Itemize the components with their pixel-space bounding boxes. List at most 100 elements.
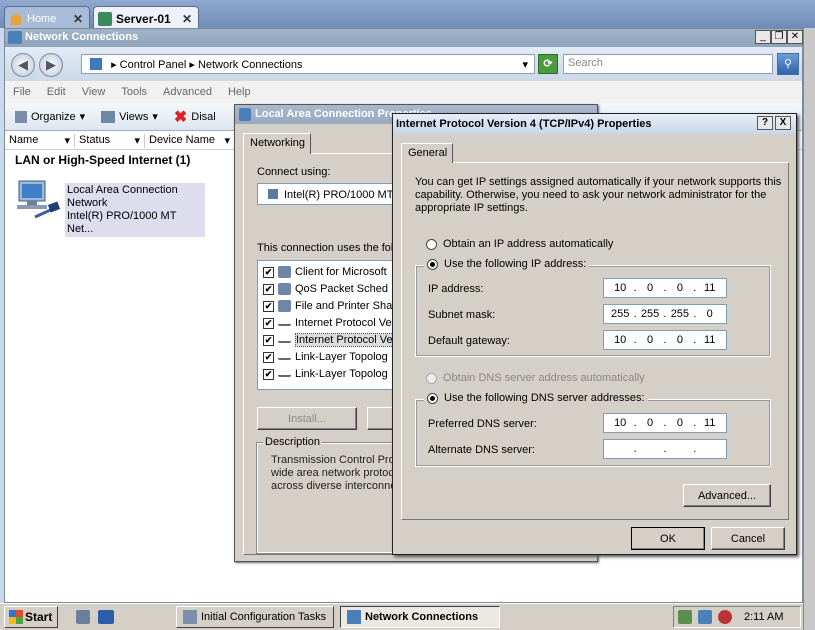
disable-button[interactable]: ✖ Disal (170, 107, 220, 127)
column-name[interactable]: Name ▾ (5, 134, 75, 148)
minimize-button[interactable]: _ (755, 30, 771, 44)
tab-general[interactable]: General (401, 143, 453, 163)
menu-edit[interactable]: Edit (47, 86, 66, 103)
address-bar[interactable]: ▸ Control Panel ▸ Network Connections ▾ (81, 54, 535, 74)
window-title: Network Connections (5, 29, 802, 47)
menu-tools[interactable]: Tools (121, 86, 147, 103)
description-label: Description (263, 436, 323, 448)
menu-help[interactable]: Help (228, 86, 251, 103)
windows-logo-icon (9, 610, 23, 624)
refresh-button[interactable]: ⟳ (538, 54, 558, 74)
network-adapter-icon[interactable] (13, 179, 61, 221)
close-icon[interactable]: ✕ (73, 12, 83, 26)
radio-button-selected[interactable] (427, 392, 438, 404)
close-button[interactable]: ✕ (787, 30, 803, 44)
advanced-button[interactable]: Advanced... (683, 484, 771, 507)
octet: 255 (640, 308, 660, 320)
ip-address-field[interactable]: 10. 0. 0. 11 (603, 278, 727, 298)
octet: 11 (704, 282, 716, 294)
checkbox[interactable]: ✔ (263, 334, 274, 346)
restore-button[interactable]: ❐ (771, 30, 787, 44)
organize-button[interactable]: Organize ▾ (11, 110, 89, 123)
protocol-icon (278, 337, 291, 343)
service-icon (278, 300, 291, 312)
intro-text: You can get IP settings assigned automat… (415, 176, 782, 214)
breadcrumb-control-panel[interactable]: Control Panel (120, 59, 187, 71)
radio-use-dns[interactable]: Use the following DNS server addresses: (424, 392, 648, 404)
connection-name: Local Area Connection (67, 184, 178, 196)
views-button[interactable]: Views ▾ (97, 110, 162, 123)
close-button[interactable]: X (775, 116, 791, 130)
gateway-field[interactable]: 10. 0. 0. 11 (603, 330, 727, 350)
column-status[interactable]: Status ▾ (75, 134, 145, 148)
octet: 11 (704, 417, 716, 429)
task-network-connections[interactable]: Network Connections (340, 606, 500, 628)
component-label: Link-Layer Topolog (295, 368, 388, 380)
menu-view[interactable]: View (82, 86, 106, 103)
checkbox[interactable]: ✔ (263, 300, 274, 312)
task-initial-config[interactable]: Initial Configuration Tasks (176, 606, 334, 628)
close-icon[interactable]: ✕ (182, 12, 192, 26)
menu-advanced[interactable]: Advanced (163, 86, 212, 103)
octet: 10 (614, 282, 627, 294)
chevron-down-icon[interactable]: ▾ (522, 58, 528, 71)
checkbox[interactable]: ✔ (263, 368, 274, 380)
radio-use-ip-label: Use the following IP address: (444, 258, 587, 270)
checkbox[interactable]: ✔ (263, 351, 274, 363)
forward-button[interactable]: ▶ (39, 53, 63, 77)
vm-scrollbar[interactable] (803, 28, 815, 630)
help-button[interactable]: ? (757, 116, 773, 130)
octet: 255 (670, 308, 690, 320)
radio-auto-ip[interactable]: Obtain an IP address automatically (426, 238, 613, 250)
server-manager-icon[interactable] (76, 610, 90, 624)
clock[interactable]: 2:11 AM (744, 611, 784, 623)
back-button[interactable]: ◀ (11, 53, 35, 77)
octet: 0 (676, 417, 683, 429)
menu-file[interactable]: File (13, 86, 31, 103)
alternate-dns-field[interactable]: ... (603, 439, 727, 459)
connection-adapter: Intel(R) PRO/1000 MT Net... (67, 210, 177, 235)
organize-label: Organize (31, 110, 76, 123)
subnet-mask-label: Subnet mask: (428, 309, 496, 321)
tab-home-label: Home (27, 13, 57, 25)
ip-address-label: IP address: (428, 283, 484, 295)
lan-connection-item[interactable]: Local Area Connection Network Intel(R) P… (65, 183, 205, 237)
checkbox[interactable]: ✔ (263, 266, 274, 278)
tab-networking[interactable]: Networking (243, 133, 311, 154)
column-device-name[interactable]: Device Name ▾ (145, 134, 235, 148)
search-input[interactable]: Search (563, 54, 773, 74)
ok-button[interactable]: OK (631, 527, 705, 550)
cancel-button[interactable]: Cancel (711, 527, 785, 550)
checkbox[interactable]: ✔ (263, 283, 274, 295)
octet: 0 (646, 417, 654, 429)
install-button[interactable]: Install... (257, 407, 357, 430)
taskbar: Start Initial Configuration Tasks Networ… (0, 603, 803, 630)
gateway-label: Default gateway: (428, 335, 510, 347)
start-button[interactable]: Start (4, 606, 58, 628)
octet: 0 (646, 334, 654, 346)
connect-using-label: Connect using: (257, 166, 331, 178)
chevron-icon: ▸ (189, 59, 198, 71)
network-tray-icon[interactable] (698, 610, 712, 624)
security-icon[interactable] (678, 610, 692, 624)
octet: 10 (614, 417, 627, 429)
volume-muted-icon[interactable] (718, 610, 732, 624)
task-label: Initial Configuration Tasks (201, 611, 327, 623)
radio-button-selected[interactable] (427, 258, 438, 270)
radio-button[interactable] (426, 238, 437, 250)
breadcrumb-network-connections[interactable]: Network Connections (198, 59, 303, 71)
radio-use-ip[interactable]: Use the following IP address: (424, 258, 590, 270)
protocol-icon (278, 354, 291, 360)
ipv4-properties-dialog: Internet Protocol Version 4 (TCP/IPv4) P… (392, 113, 797, 555)
alternate-dns-label: Alternate DNS server: (428, 444, 535, 456)
preferred-dns-field[interactable]: 10. 0. 0. 11 (603, 413, 727, 433)
column-device-label: Device Name (149, 134, 216, 146)
tab-home[interactable]: Home ✕ (4, 6, 90, 28)
subnet-mask-field[interactable]: 255. 255. 255. 0 (603, 304, 727, 324)
task-label: Network Connections (365, 611, 479, 623)
tab-server[interactable]: Server-01 ✕ (93, 6, 199, 28)
home-icon (9, 13, 23, 25)
checkbox[interactable]: ✔ (263, 317, 274, 329)
search-icon[interactable]: ⚲ (777, 53, 799, 75)
powershell-icon[interactable] (98, 610, 114, 624)
